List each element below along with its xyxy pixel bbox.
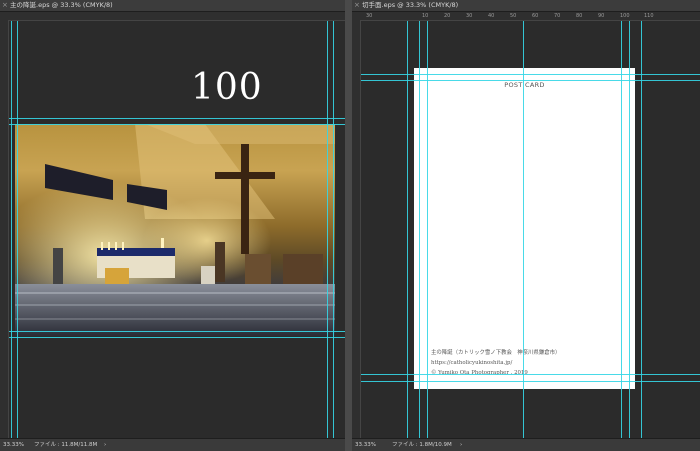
guide-line[interactable] <box>407 21 408 439</box>
ruler-label: 80 <box>576 13 583 19</box>
guide-line[interactable] <box>621 21 622 439</box>
price-text: 100 <box>191 67 263 108</box>
postcard-url: https://catholicyukinoshita.jp/ <box>431 360 513 366</box>
guide-line[interactable] <box>9 118 345 119</box>
document-tab-left[interactable]: × 主の降誕.eps @ 33.3% (CMYK/8) <box>0 0 345 12</box>
vertical-ruler[interactable] <box>352 20 361 439</box>
close-icon[interactable]: × <box>354 0 360 11</box>
guide-line[interactable] <box>9 331 345 332</box>
guide-line[interactable] <box>333 21 334 439</box>
guide-line[interactable] <box>361 74 700 75</box>
guide-line[interactable] <box>361 381 700 382</box>
ruler-label: 40 <box>488 13 495 19</box>
guide-line[interactable] <box>427 21 428 439</box>
guide-line[interactable] <box>11 21 12 439</box>
file-info: ファイル : 1.8M/10.9M <box>392 442 452 448</box>
status-bar-right: 33.33% ファイル : 1.8M/10.9M › <box>352 438 700 451</box>
ruler-label: 10 <box>422 13 429 19</box>
file-info: ファイル : 11.8M/11.8M <box>34 442 98 448</box>
guide-line[interactable] <box>361 80 700 81</box>
zoom-level[interactable]: 33.33% <box>355 439 376 451</box>
guide-line[interactable] <box>523 21 524 439</box>
postcard-title: POST CARD <box>504 81 545 89</box>
horizontal-ruler[interactable]: 30 10 20 30 40 50 60 70 80 90 100 110 <box>352 12 700 21</box>
status-menu-arrow[interactable]: › <box>104 439 106 451</box>
document-window-right: × 切手面.eps @ 33.3% (CMYK/8) 30 10 20 30 4… <box>352 0 700 451</box>
status-bar-left: 33.33% ファイル : 11.8M/11.8M › <box>0 438 345 451</box>
canvas-area[interactable]: 100 <box>9 21 345 439</box>
guide-line[interactable] <box>361 374 700 375</box>
zoom-level[interactable]: 33.33% <box>3 439 24 451</box>
window-divider[interactable] <box>345 0 352 451</box>
guide-line[interactable] <box>9 124 345 125</box>
status-menu-arrow[interactable]: › <box>460 439 462 451</box>
ruler-label: 20 <box>444 13 451 19</box>
vertical-ruler[interactable] <box>0 20 9 439</box>
ruler-label: 100 <box>620 13 630 19</box>
ruler-label: 90 <box>598 13 605 19</box>
close-icon[interactable]: × <box>2 0 8 11</box>
canvas-area[interactable]: POST CARD 主の降誕（カトリック雪ノ下教会 神奈川県鎌倉市） https… <box>361 21 700 439</box>
document-tab-title: 主の降誕.eps @ 33.3% (CMYK/8) <box>10 1 113 9</box>
church-photo-art <box>15 124 335 336</box>
ruler-label: 70 <box>554 13 561 19</box>
church-interior-photo <box>15 124 335 336</box>
guide-line[interactable] <box>419 21 420 439</box>
guide-line[interactable] <box>629 21 630 439</box>
horizontal-ruler[interactable] <box>0 12 345 21</box>
ruler-label: 110 <box>644 13 654 19</box>
postcard-caption: 主の降誕（カトリック雪ノ下教会 神奈川県鎌倉市） <box>431 350 561 356</box>
ruler-label: 60 <box>532 13 539 19</box>
document-tab-right[interactable]: × 切手面.eps @ 33.3% (CMYK/8) <box>352 0 700 12</box>
postcard-page: POST CARD 主の降誕（カトリック雪ノ下教会 神奈川県鎌倉市） https… <box>414 68 635 389</box>
ruler-label: 30 <box>466 13 473 19</box>
guide-line[interactable] <box>17 21 18 439</box>
ruler-label: 50 <box>510 13 517 19</box>
document-tab-title: 切手面.eps @ 33.3% (CMYK/8) <box>362 1 459 9</box>
guide-line[interactable] <box>9 337 345 338</box>
document-window-left: × 主の降誕.eps @ 33.3% (CMYK/8) 100 33.33% フ… <box>0 0 345 451</box>
ruler-label: 30 <box>366 13 373 19</box>
guide-line[interactable] <box>641 21 642 439</box>
guide-line[interactable] <box>327 21 328 439</box>
